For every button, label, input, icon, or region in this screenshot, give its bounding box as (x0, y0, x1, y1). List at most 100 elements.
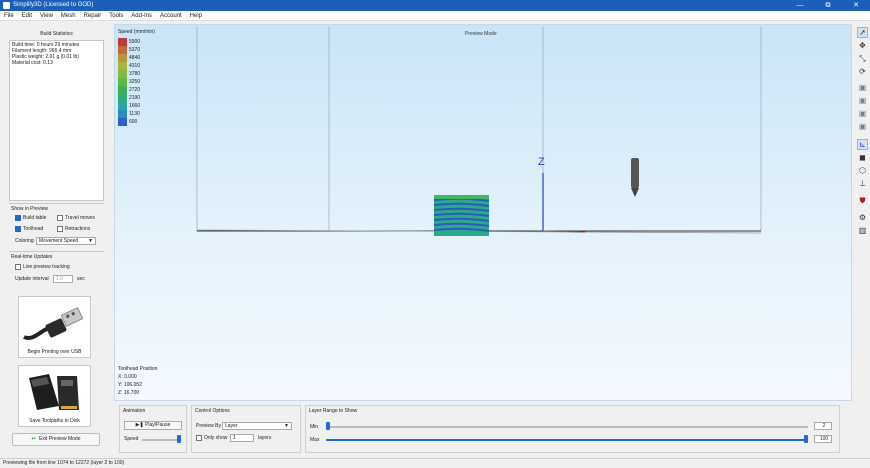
build-volume-canvas[interactable]: Z (115, 25, 853, 402)
shield-icon[interactable]: ⛊ (857, 195, 868, 206)
wire-cube-icon[interactable]: ⬡ (857, 165, 868, 176)
menu-add-ins[interactable]: Add-Ins (127, 11, 156, 20)
speed-legend-value: 4310 (129, 63, 141, 69)
build-table-checkbox[interactable]: Build table (15, 215, 46, 221)
show-in-preview-group: Show in Preview Build table Travel moves… (9, 203, 104, 249)
only-show-checkbox[interactable]: Only show (196, 435, 227, 441)
exit-preview-button[interactable]: ↩ Exit Preview Mode (12, 433, 100, 446)
play-pause-button[interactable]: ▶❚ Play/Pause (124, 421, 182, 430)
cube-icon[interactable]: ◼ (857, 152, 868, 163)
window-controls: — ⧉ ✕ (786, 0, 870, 11)
retractions-label: Retractions (65, 226, 91, 232)
only-show-layers-input[interactable]: 1 (230, 434, 254, 442)
preview-by-label: Preview By (196, 423, 222, 429)
section-icon[interactable]: ⊥ (857, 178, 868, 189)
color-swatch (118, 46, 127, 54)
print-usb-label: Begin Printing over USB (27, 349, 82, 355)
retractions-checkbox[interactable]: Retractions (57, 226, 90, 232)
view-side-icon[interactable]: ▣ (857, 108, 868, 119)
menu-account[interactable]: Account (156, 11, 186, 20)
min-layer-slider[interactable] (326, 426, 808, 428)
minimize-button[interactable]: — (786, 0, 814, 11)
print-usb-button[interactable]: Begin Printing over USB (18, 296, 91, 358)
speed-legend-value: 5900 (129, 39, 141, 45)
color-swatch (118, 62, 127, 70)
play-pause-icon: ▶❚ (135, 422, 144, 428)
preview-by-select[interactable]: Layer ▼ (222, 422, 292, 430)
view-iso-icon[interactable]: ▣ (857, 82, 868, 93)
bottom-panel: Animation ▶❚ Play/Pause Speed Control Op… (114, 402, 852, 458)
color-swatch (118, 94, 127, 102)
speed-legend-item: 1660 (118, 102, 140, 110)
toolhead-x: X: 0.000 (118, 374, 137, 380)
update-interval-input[interactable]: 1.0 (53, 275, 73, 283)
build-stats-box: Build time: 0 hours 29 minutes Filament … (9, 40, 104, 201)
speed-legend-value: 1130 (129, 111, 140, 117)
coloring-label: Coloring (15, 238, 34, 244)
checkbox-unchecked-icon (57, 226, 63, 232)
menu-help[interactable]: Help (186, 11, 206, 20)
right-toolbar: ➚ ✥ ⤡ ⟳ ▣ ▣ ▣ ▣ ⊾ ◼ ⬡ ⊥ ⛊ ⚙ ▥ (854, 22, 870, 458)
toolhead-z: Z: 16.700 (118, 390, 140, 396)
printed-model (433, 195, 490, 236)
speed-legend-item: 5370 (118, 46, 140, 54)
axes-icon[interactable]: ⊾ (857, 139, 868, 150)
max-layer-label: Max (310, 437, 320, 443)
coloring-value: Movement Speed (39, 238, 79, 244)
max-layer-slider-thumb[interactable] (804, 435, 808, 443)
move-icon[interactable]: ✥ (857, 40, 868, 51)
gear-icon[interactable]: ⚙ (857, 212, 868, 223)
max-layer-slider-fill (326, 439, 808, 441)
speed-legend-value: 3250 (129, 79, 141, 85)
scale-icon[interactable]: ⤡ (857, 53, 868, 64)
close-button[interactable]: ✕ (842, 0, 870, 11)
max-layer-input[interactable]: 100 (814, 435, 832, 443)
toolhead-label: Toolhead (23, 226, 44, 232)
speed-legend-item: 2190 (118, 94, 140, 102)
preview-viewport[interactable]: Z Speed (mm/min) 5900 5370 4840 4310 3780 325… (114, 24, 852, 401)
speed-legend-value: 4840 (129, 55, 141, 61)
save-toolpaths-button[interactable]: Save Toolpaths to Disk (18, 365, 91, 427)
chevron-down-icon: ▼ (284, 423, 289, 429)
color-swatch (118, 118, 127, 126)
speed-legend-value: 2190 (129, 95, 141, 101)
show-in-preview-title: Show in Preview (11, 206, 48, 212)
left-panel: Build Statistics Build time: 0 hours 29 … (0, 22, 113, 458)
layer-range-group: Layer Range to Show Min 2 Max 100 (305, 405, 840, 453)
menu-file[interactable]: File (0, 11, 18, 20)
layers-label: layers (258, 435, 272, 441)
live-tracking-checkbox[interactable]: Live preview tracking (15, 264, 70, 270)
rotate-icon[interactable]: ⟳ (857, 66, 868, 77)
speed-legend-value: 5370 (129, 47, 141, 53)
min-layer-input[interactable]: 2 (814, 422, 832, 430)
toolhead-checkbox[interactable]: Toolhead (15, 226, 43, 232)
min-layer-slider-thumb[interactable] (326, 422, 330, 430)
maximize-button[interactable]: ⧉ (814, 0, 842, 11)
only-show-label: Only show (204, 435, 228, 441)
coloring-select[interactable]: Movement Speed ▼ (36, 237, 96, 245)
speed-slider-thumb[interactable] (177, 435, 181, 443)
speed-label: Speed (124, 436, 139, 442)
menu-tools[interactable]: Tools (105, 11, 127, 20)
speed-legend-item: 2720 (118, 86, 140, 94)
app-logo-icon (3, 2, 10, 9)
travel-moves-label: Travel moves (65, 215, 95, 221)
view-top-icon[interactable]: ▣ (857, 121, 868, 132)
menu-repair[interactable]: Repair (80, 11, 106, 20)
travel-moves-checkbox[interactable]: Travel moves (57, 215, 95, 221)
supports-icon[interactable]: ▥ (857, 225, 868, 236)
select-arrow-icon[interactable]: ➚ (857, 27, 868, 38)
z-axis-label: Z (538, 156, 545, 168)
usb-cable-icon (23, 307, 84, 340)
view-front-icon[interactable]: ▣ (857, 95, 868, 106)
exit-preview-label: Exit Preview Mode (39, 436, 81, 442)
speed-slider[interactable] (142, 439, 180, 441)
menu-mesh[interactable]: Mesh (57, 11, 80, 20)
menu-edit[interactable]: Edit (18, 11, 36, 20)
animation-title: Animation (123, 408, 146, 414)
color-swatch (118, 102, 127, 110)
toolhead-position-title: Toolhead Position (118, 366, 158, 372)
menu-view[interactable]: View (36, 11, 57, 20)
speed-legend-item: 3780 (118, 70, 140, 78)
speed-legend-item: 4840 (118, 54, 140, 62)
